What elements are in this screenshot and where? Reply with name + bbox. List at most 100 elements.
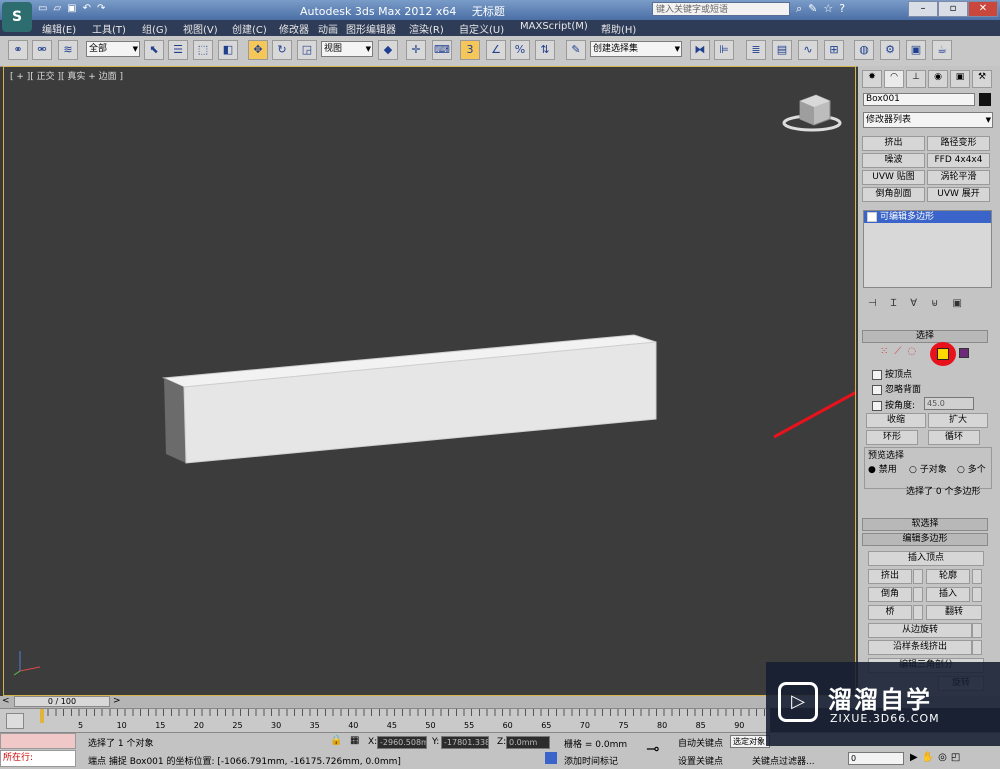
element-mode-icon[interactable] (959, 348, 969, 358)
border-mode-icon[interactable]: ◌ (907, 346, 922, 357)
rendered-frame-icon[interactable]: ▣ (906, 40, 926, 60)
material-editor-icon[interactable]: ◍ (854, 40, 874, 60)
extrude-settings-icon[interactable] (913, 569, 923, 584)
time-tag-icon[interactable] (545, 752, 557, 764)
time-slider-next-icon[interactable]: > (113, 696, 121, 706)
move-icon[interactable]: ✥ (248, 40, 268, 60)
set-key-icon[interactable]: ⊸ (646, 739, 659, 758)
create-tab-icon[interactable]: ✸ (862, 70, 882, 88)
loop-button[interactable]: 循环 (928, 430, 980, 445)
bridge-button[interactable]: 桥 (868, 605, 912, 620)
box001-object[interactable] (162, 334, 657, 464)
track-bar[interactable]: 5 10 15 20 25 30 35 40 45 50 55 60 65 70 75 80 85 90 (0, 708, 770, 733)
maxscript-listener[interactable] (0, 733, 76, 749)
bevel-button[interactable]: 倒角 (868, 587, 912, 602)
polygon-mode-icon[interactable] (930, 342, 956, 366)
by-angle-checkbox[interactable] (872, 400, 882, 411)
extrude-spline-settings-icon[interactable] (972, 640, 982, 655)
pivot-center-icon[interactable]: ◆ (378, 40, 398, 60)
pin-stack-icon[interactable]: ⊣ (868, 298, 891, 309)
angle-snap-icon[interactable]: ∠ (486, 40, 506, 60)
tools-icon[interactable]: ✎ (808, 2, 823, 15)
select-by-name-icon[interactable]: ☰ (168, 40, 188, 60)
preview-multi-radio[interactable]: ○ 多个 (957, 462, 986, 475)
configure-sets-icon[interactable]: ▣ (952, 298, 975, 309)
preview-subobject-radio[interactable]: ○ 子对象 (909, 462, 947, 475)
menu-view[interactable]: 视图(V) (183, 21, 218, 36)
named-selection-dropdown[interactable]: 创建选择集 (590, 41, 682, 57)
menu-tools[interactable]: 工具(T) (92, 21, 126, 36)
window-crossing-icon[interactable]: ◧ (218, 40, 238, 60)
mod-unwrap-uvw-button[interactable]: UVW 展开 (927, 187, 990, 202)
search-input[interactable]: 键入关键字或短语 (652, 2, 790, 16)
reference-coord-dropdown[interactable]: 视图 (321, 41, 373, 57)
vertex-mode-icon[interactable]: ⁙ (880, 346, 894, 357)
app-logo-icon[interactable]: S (2, 2, 32, 32)
shrink-button[interactable]: 收缩 (866, 413, 926, 428)
insert-vertex-button[interactable]: 插入顶点 (868, 551, 984, 566)
undo-icon[interactable]: ↶ (83, 3, 97, 14)
edge-mode-icon[interactable]: ⟋ (894, 346, 907, 357)
orbit-icon[interactable]: ◎ (938, 752, 951, 763)
mod-bevel-profile-button[interactable]: 倒角剖面 (862, 187, 925, 202)
menu-edit[interactable]: 编辑(E) (42, 21, 76, 36)
link-icon[interactable]: ⚭ (8, 40, 28, 60)
mod-path-deform-button[interactable]: 路径变形 (927, 136, 990, 151)
outline-button[interactable]: 轮廓 (926, 569, 970, 584)
hinge-settings-icon[interactable] (972, 623, 982, 638)
inset-settings-icon[interactable] (972, 587, 982, 602)
selection-filter-dropdown[interactable]: 全部 (86, 41, 140, 57)
bevel-settings-icon[interactable] (913, 587, 923, 602)
angle-threshold-input[interactable]: 45.0 (924, 397, 974, 410)
layer-manager-icon[interactable]: ≣ (746, 40, 766, 60)
hierarchy-tab-icon[interactable]: ⊥ (906, 70, 926, 88)
edit-named-sets-icon[interactable]: ✎ (566, 40, 586, 60)
spinner-snap-icon[interactable]: ⇅ (535, 40, 555, 60)
inset-button[interactable]: 插入 (926, 587, 970, 602)
rect-selection-icon[interactable]: ⬚ (193, 40, 213, 60)
align-icon[interactable]: ⊫ (714, 40, 734, 60)
mod-extrude-button[interactable]: 挤出 (862, 136, 925, 151)
modify-tab-icon[interactable]: ◠ (884, 70, 904, 88)
mod-ffd-button[interactable]: FFD 4x4x4 (927, 153, 990, 168)
schematic-view-icon[interactable]: ⊞ (824, 40, 844, 60)
modifier-list-dropdown[interactable]: 修改器列表 (863, 112, 993, 128)
extrude-along-spline-button[interactable]: 沿样条线挤出 (868, 640, 972, 655)
pan-icon[interactable]: ✋ (922, 752, 938, 763)
extrude-button[interactable]: 挤出 (868, 569, 912, 584)
time-slider-thumb[interactable]: 0 / 100 (14, 696, 110, 707)
stack-item-editable-poly[interactable]: 可编辑多边形 (864, 211, 991, 223)
help-icon[interactable]: ? (839, 2, 851, 15)
add-time-tag-text[interactable]: 添加时间标记 (564, 754, 618, 767)
menu-group[interactable]: 组(G) (142, 21, 168, 36)
menu-help[interactable]: 帮助(H) (601, 21, 636, 36)
lock-selection-icon[interactable]: 🔒 (330, 735, 342, 746)
scale-icon[interactable]: ◲ (297, 40, 317, 60)
absolute-mode-icon[interactable]: ▦ (350, 735, 359, 746)
snap-toggle-icon[interactable]: 3 (460, 40, 480, 60)
make-unique-icon[interactable]: ∀ (910, 298, 931, 309)
by-vertex-checkbox[interactable] (872, 369, 882, 380)
close-button[interactable]: ✕ (968, 1, 998, 17)
object-color-swatch[interactable] (979, 93, 991, 106)
render-teapot-icon[interactable]: ☕ (932, 40, 952, 60)
redo-icon[interactable]: ↷ (97, 3, 111, 14)
mod-turbosmooth-button[interactable]: 涡轮平滑 (927, 170, 990, 185)
soft-selection-rollout[interactable]: 软选择 (862, 518, 988, 531)
time-slider-prev-icon[interactable]: < (2, 696, 10, 706)
select-object-icon[interactable]: ⬉ (144, 40, 164, 60)
grow-button[interactable]: 扩大 (928, 413, 988, 428)
preview-disabled-radio[interactable]: ● 禁用 (868, 462, 897, 475)
menu-graph-editors[interactable]: 图形编辑器 (346, 21, 396, 36)
show-end-result-icon[interactable]: Ɪ (891, 298, 911, 309)
maximize-button[interactable]: ▫ (938, 1, 968, 17)
menu-maxscript[interactable]: MAXScript(M) (520, 21, 588, 32)
keyboard-shortcut-icon[interactable]: ⌨ (432, 40, 452, 60)
minimize-button[interactable]: – (908, 1, 938, 17)
motion-tab-icon[interactable]: ◉ (928, 70, 948, 88)
flip-button[interactable]: 翻转 (926, 605, 982, 620)
save-icon[interactable]: ▣ (67, 3, 82, 14)
x-coord-input[interactable]: -2960.508m (377, 736, 427, 749)
display-tab-icon[interactable]: ▣ (950, 70, 970, 88)
z-coord-input[interactable]: 0.0mm (506, 736, 550, 749)
